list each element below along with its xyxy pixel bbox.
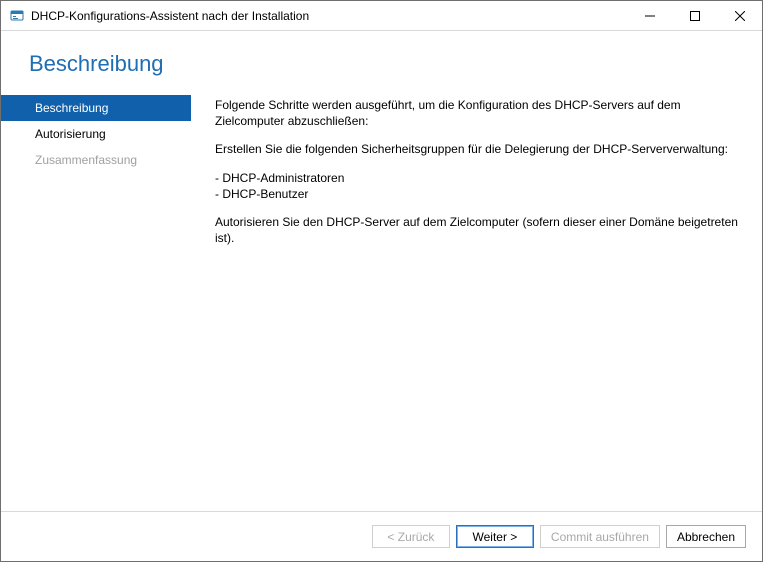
sidebar-item-summary: Zusammenfassung xyxy=(1,147,191,173)
wizard-sidebar: Beschreibung Autorisierung Zusammenfassu… xyxy=(1,95,191,511)
intro-text: Folgende Schritte werden ausgeführt, um … xyxy=(215,97,742,129)
wizard-window: DHCP-Konfigurations-Assistent nach der I… xyxy=(0,0,763,562)
list-item: - DHCP-Benutzer xyxy=(215,186,742,202)
content-row: Beschreibung Autorisierung Zusammenfassu… xyxy=(1,95,762,511)
back-button: < Zurück xyxy=(372,525,450,548)
window-title: DHCP-Konfigurations-Assistent nach der I… xyxy=(31,9,627,23)
security-groups-list: - DHCP-Administratoren - DHCP-Benutzer xyxy=(215,170,742,202)
app-icon xyxy=(9,8,25,24)
sidebar-item-label: Beschreibung xyxy=(35,101,108,115)
sidebar-item-label: Zusammenfassung xyxy=(35,153,137,167)
wizard-main: Folgende Schritte werden ausgeführt, um … xyxy=(191,95,762,511)
wizard-body: Beschreibung Beschreibung Autorisierung … xyxy=(1,31,762,561)
list-item: - DHCP-Administratoren xyxy=(215,170,742,186)
maximize-button[interactable] xyxy=(672,1,717,30)
page-title: Beschreibung xyxy=(1,31,762,95)
sidebar-item-authorization[interactable]: Autorisierung xyxy=(1,121,191,147)
authorize-text: Autorisieren Sie den DHCP-Server auf dem… xyxy=(215,214,742,246)
sidebar-item-description[interactable]: Beschreibung xyxy=(1,95,191,121)
close-button[interactable] xyxy=(717,1,762,30)
groups-intro-text: Erstellen Sie die folgenden Sicherheitsg… xyxy=(215,141,742,157)
sidebar-item-label: Autorisierung xyxy=(35,127,106,141)
window-controls xyxy=(627,1,762,30)
cancel-button[interactable]: Abbrechen xyxy=(666,525,746,548)
titlebar: DHCP-Konfigurations-Assistent nach der I… xyxy=(1,1,762,31)
minimize-button[interactable] xyxy=(627,1,672,30)
wizard-footer: < Zurück Weiter > Commit ausführen Abbre… xyxy=(1,511,762,561)
commit-button: Commit ausführen xyxy=(540,525,660,548)
next-button[interactable]: Weiter > xyxy=(456,525,534,548)
